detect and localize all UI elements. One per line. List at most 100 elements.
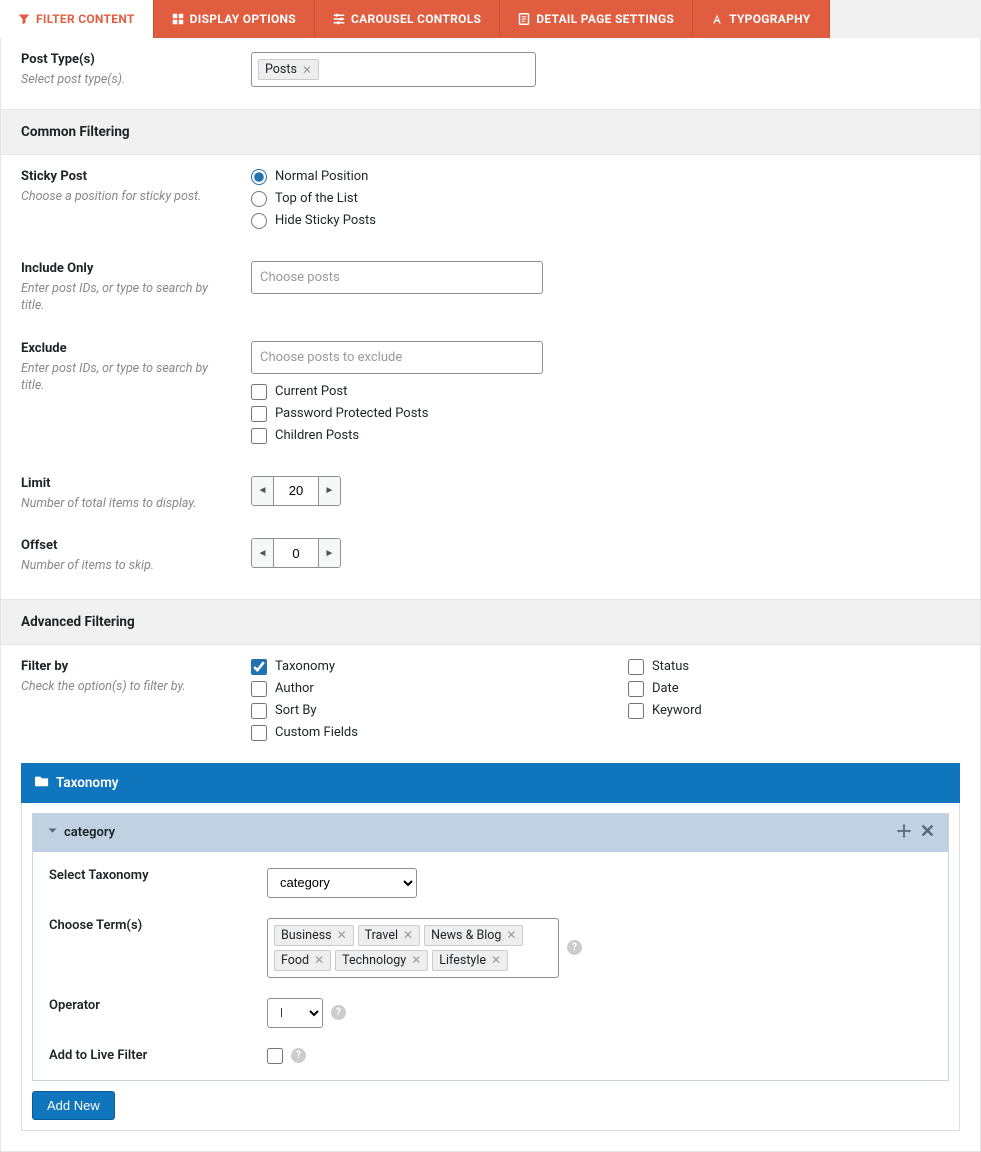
tab-label: TYPOGRAPHY [729, 12, 810, 26]
filter-icon [18, 13, 30, 25]
sticky-label: Sticky Post [21, 169, 231, 184]
remove-tag-icon[interactable]: ✕ [411, 953, 421, 967]
tab-label: DISPLAY OPTIONS [190, 12, 296, 26]
exclude-select[interactable]: Choose posts to exclude [251, 341, 543, 374]
filter-sortby-checkbox[interactable] [251, 703, 267, 719]
post-type-tag: Posts ✕ [258, 59, 319, 80]
taxonomy-panel: Taxonomy category [21, 763, 960, 1131]
sliders-icon [333, 13, 345, 25]
live-filter-label: Add to Live Filter [49, 1048, 267, 1063]
help-icon[interactable]: ? [291, 1048, 306, 1063]
sticky-hide-option[interactable]: Hide Sticky Posts [251, 213, 960, 229]
help-icon[interactable]: ? [567, 940, 582, 955]
include-placeholder: Choose posts [256, 266, 344, 289]
folder-icon [35, 774, 49, 792]
include-help: Enter post IDs, or type to search by tit… [21, 281, 208, 314]
filter-customfields-checkbox[interactable] [251, 725, 267, 741]
sticky-top-radio[interactable] [251, 191, 267, 207]
advanced-filtering-heading: Advanced Filtering [1, 599, 980, 645]
exclude-children-checkbox[interactable] [251, 428, 267, 444]
live-filter-row: Add to Live Filter ? [49, 1048, 932, 1064]
taxonomy-panel-header: Taxonomy [21, 763, 960, 803]
tab-carousel-controls[interactable]: CAROUSEL CONTROLS [315, 0, 500, 38]
filter-date-option[interactable]: Date [628, 681, 702, 697]
add-new-button[interactable]: Add New [32, 1091, 115, 1120]
include-row: Include Only Enter post IDs, or type to … [1, 241, 980, 321]
filter-author-option[interactable]: Author [251, 681, 358, 697]
exclude-password-checkbox[interactable] [251, 406, 267, 422]
exclude-label: Exclude [21, 341, 231, 356]
tab-typography[interactable]: TYPOGRAPHY [693, 0, 829, 38]
limit-decrement-button[interactable]: ◄ [252, 477, 274, 505]
offset-increment-button[interactable]: ► [318, 539, 340, 567]
taxonomy-group-header[interactable]: category [33, 814, 948, 852]
filter-status-option[interactable]: Status [628, 659, 702, 675]
taxonomy-group-title: category [64, 825, 115, 840]
filter-date-checkbox[interactable] [628, 681, 644, 697]
sticky-top-option[interactable]: Top of the List [251, 191, 960, 207]
filter-by-label: Filter by [21, 659, 231, 674]
filter-by-row: Filter by Check the option(s) to filter … [1, 645, 980, 753]
operator-row: Operator IN ? [49, 998, 932, 1028]
filter-author-checkbox[interactable] [251, 681, 267, 697]
choose-terms-row: Choose Term(s) Business✕Travel✕News & Bl… [49, 918, 932, 978]
filter-sortby-option[interactable]: Sort By [251, 703, 358, 719]
remove-tag-icon[interactable]: ✕ [314, 953, 324, 967]
limit-row: Limit Number of total items to display. … [1, 456, 980, 519]
remove-tag-icon[interactable]: ✕ [491, 953, 501, 967]
filter-taxonomy-checkbox[interactable] [251, 659, 267, 675]
exclude-children-option[interactable]: Children Posts [251, 428, 960, 444]
exclude-help: Enter post IDs, or type to search by tit… [21, 361, 208, 394]
term-tag: Technology✕ [335, 950, 428, 971]
chevron-down-icon [47, 825, 58, 840]
choose-terms-label: Choose Term(s) [49, 918, 267, 933]
limit-increment-button[interactable]: ► [318, 477, 340, 505]
exclude-current-option[interactable]: Current Post [251, 384, 960, 400]
term-tag: Food✕ [274, 950, 331, 971]
filter-keyword-option[interactable]: Keyword [628, 703, 702, 719]
tab-label: CAROUSEL CONTROLS [351, 12, 481, 26]
post-type-row: Post Type(s) Select post type(s). Posts … [1, 38, 980, 109]
filter-keyword-checkbox[interactable] [628, 703, 644, 719]
select-taxonomy-dropdown[interactable]: category [267, 868, 417, 898]
select-taxonomy-label: Select Taxonomy [49, 868, 267, 883]
grid-icon [172, 13, 184, 25]
filter-customfields-option[interactable]: Custom Fields [251, 725, 358, 741]
tab-display-options[interactable]: DISPLAY OPTIONS [154, 0, 315, 38]
exclude-current-checkbox[interactable] [251, 384, 267, 400]
remove-tag-icon[interactable]: ✕ [506, 928, 516, 942]
term-tag: Business✕ [274, 925, 354, 946]
filter-status-checkbox[interactable] [628, 659, 644, 675]
tab-filter-content[interactable]: FILTER CONTENT [0, 0, 154, 38]
limit-spinner: ◄ ► [251, 476, 341, 506]
limit-input[interactable] [274, 477, 318, 505]
move-icon[interactable] [897, 824, 911, 842]
offset-row: Offset Number of items to skip. ◄ ► [1, 518, 980, 599]
page-icon [518, 13, 530, 25]
offset-decrement-button[interactable]: ◄ [252, 539, 274, 567]
filter-taxonomy-option[interactable]: Taxonomy [251, 659, 358, 675]
remove-tag-icon[interactable]: ✕ [337, 928, 347, 942]
tabs-bar: FILTER CONTENT DISPLAY OPTIONS CAROUSEL … [0, 0, 981, 38]
offset-input[interactable] [274, 539, 318, 567]
post-type-select[interactable]: Posts ✕ [251, 52, 536, 87]
exclude-password-option[interactable]: Password Protected Posts [251, 406, 960, 422]
close-icon[interactable] [921, 824, 934, 842]
sticky-hide-radio[interactable] [251, 213, 267, 229]
operator-dropdown[interactable]: IN [267, 998, 323, 1028]
remove-tag-icon[interactable]: ✕ [302, 63, 312, 77]
remove-tag-icon[interactable]: ✕ [403, 928, 413, 942]
term-tag: Travel✕ [358, 925, 420, 946]
exclude-row: Exclude Enter post IDs, or type to searc… [1, 321, 980, 456]
sticky-normal-radio[interactable] [251, 169, 267, 185]
help-icon[interactable]: ? [331, 1005, 346, 1020]
live-filter-checkbox[interactable] [267, 1048, 283, 1064]
sticky-normal-option[interactable]: Normal Position [251, 169, 960, 185]
tab-detail-page-settings[interactable]: DETAIL PAGE SETTINGS [500, 0, 693, 38]
choose-terms-select[interactable]: Business✕Travel✕News & Blog✕Food✕Technol… [267, 918, 559, 978]
include-select[interactable]: Choose posts [251, 261, 543, 294]
tab-label: FILTER CONTENT [36, 12, 135, 26]
offset-label: Offset [21, 538, 231, 553]
exclude-placeholder: Choose posts to exclude [256, 346, 406, 369]
offset-help: Number of items to skip. [21, 558, 154, 573]
